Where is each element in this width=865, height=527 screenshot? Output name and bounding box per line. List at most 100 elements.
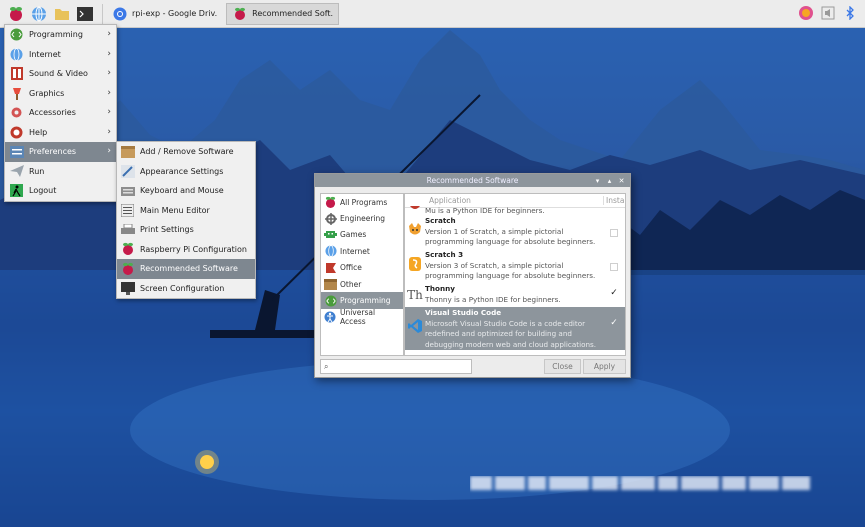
category-label: All Programs bbox=[340, 197, 388, 207]
chrome-icon bbox=[112, 6, 128, 22]
category-programming[interactable]: Programming bbox=[321, 292, 403, 309]
color-picker-icon[interactable] bbox=[797, 4, 815, 22]
maximize-icon[interactable]: ▴ bbox=[604, 175, 615, 186]
taskbar-separator bbox=[102, 3, 103, 24]
app-row-scratch[interactable]: Scratch Version 1 of Scratch, a simple p… bbox=[405, 215, 625, 249]
search-icon: ⌕ bbox=[324, 362, 329, 371]
column-install[interactable]: Install bbox=[603, 196, 625, 205]
menu-item-label: Accessories bbox=[29, 108, 76, 118]
menu-item-graphics[interactable]: Graphics › bbox=[5, 84, 116, 104]
menu-item-keyboard-mouse[interactable]: Keyboard and Mouse bbox=[117, 181, 255, 201]
window-title: Recommended Software bbox=[426, 176, 519, 185]
window-titlebar[interactable]: Recommended Software ▾ ▴ ✕ bbox=[315, 174, 630, 187]
menu-item-label: Appearance Settings bbox=[140, 166, 224, 176]
app-name: Scratch bbox=[425, 216, 456, 225]
games-icon bbox=[324, 228, 337, 241]
menu-item-appearance-settings[interactable]: Appearance Settings bbox=[117, 162, 255, 182]
app-row-thonny[interactable]: Th Thonny Thonny is a Python IDE for beg… bbox=[405, 283, 625, 307]
minimize-icon[interactable]: ▾ bbox=[592, 175, 603, 186]
app-description: Microsoft Visual Studio Code is a code e… bbox=[425, 318, 597, 349]
menu-item-screen-configuration[interactable]: Screen Configuration bbox=[117, 279, 255, 299]
thonny-icon: Th bbox=[407, 288, 423, 302]
search-input[interactable]: ⌕ bbox=[320, 359, 472, 374]
apply-button[interactable]: Apply bbox=[583, 359, 626, 374]
category-label: Internet bbox=[340, 246, 370, 256]
install-checkbox[interactable] bbox=[610, 263, 618, 271]
menu-item-help[interactable]: Help › bbox=[5, 123, 116, 143]
menu-item-accessories[interactable]: Accessories › bbox=[5, 103, 116, 123]
app-row-visual-studio-code[interactable]: Visual Studio Code Microsoft Visual Stud… bbox=[405, 307, 625, 350]
menu-item-label: Logout bbox=[29, 186, 57, 196]
programming-icon bbox=[324, 294, 337, 307]
category-all-programs[interactable]: All Programs bbox=[321, 194, 403, 210]
category-list: All Programs Engineering Games Internet … bbox=[320, 193, 404, 356]
blurred-watermark bbox=[470, 476, 850, 496]
raspberry-icon bbox=[324, 196, 337, 209]
menu-item-main-menu-editor[interactable]: Main Menu Editor bbox=[117, 201, 255, 221]
menu-item-label: Help bbox=[29, 127, 48, 137]
volume-icon[interactable] bbox=[819, 4, 837, 22]
checkmark-icon[interactable]: ✓ bbox=[610, 289, 618, 298]
menu-item-raspberry-pi-configuration[interactable]: Raspberry Pi Configuration bbox=[117, 240, 255, 260]
universal-access-icon bbox=[324, 310, 337, 323]
category-internet[interactable]: Internet bbox=[321, 243, 403, 259]
app-row-scratch-3[interactable]: Scratch 3 Version 3 of Scratch, a simple… bbox=[405, 249, 625, 283]
category-label: Games bbox=[340, 230, 367, 240]
checkmark-icon[interactable]: ✓ bbox=[610, 319, 618, 328]
keyboard-icon bbox=[120, 183, 135, 198]
office-icon bbox=[324, 261, 337, 274]
raspberry-menu-icon[interactable] bbox=[6, 4, 26, 24]
other-icon bbox=[324, 278, 337, 291]
close-icon[interactable]: ✕ bbox=[616, 175, 627, 186]
menu-item-programming[interactable]: Programming › bbox=[5, 25, 116, 45]
category-games[interactable]: Games bbox=[321, 227, 403, 243]
install-checkbox[interactable] bbox=[610, 229, 618, 237]
mu-icon bbox=[405, 206, 425, 211]
menu-item-label: Graphics bbox=[29, 88, 65, 98]
system-tray bbox=[793, 4, 859, 22]
menu-item-print-settings[interactable]: Print Settings bbox=[117, 220, 255, 240]
terminal-icon[interactable] bbox=[75, 4, 95, 24]
programming-icon bbox=[9, 27, 24, 42]
chevron-right-icon: › bbox=[107, 87, 111, 98]
menu-item-recommended-software[interactable]: Recommended Software bbox=[117, 259, 255, 279]
category-office[interactable]: Office bbox=[321, 260, 403, 276]
app-description: Mu is a Python IDE for beginners. bbox=[425, 206, 545, 215]
menu-item-label: Internet bbox=[29, 49, 61, 59]
menu-item-internet[interactable]: Internet › bbox=[5, 45, 116, 65]
app-description: Thonny is a Python IDE for beginners. bbox=[425, 294, 561, 304]
package-icon bbox=[120, 144, 135, 159]
menu-item-run[interactable]: Run bbox=[5, 162, 116, 182]
app-name: Thonny bbox=[425, 284, 455, 293]
category-label: Office bbox=[340, 263, 362, 273]
window-controls: ▾ ▴ ✕ bbox=[591, 175, 627, 186]
category-other[interactable]: Other bbox=[321, 276, 403, 292]
sound-video-icon bbox=[9, 66, 24, 81]
vscode-icon bbox=[405, 307, 425, 333]
chevron-right-icon: › bbox=[107, 68, 111, 78]
category-universal-access[interactable]: Universal Access bbox=[321, 308, 403, 326]
app-description: Version 3 of Scratch, a simple pictorial… bbox=[425, 260, 596, 281]
close-button[interactable]: Close bbox=[544, 359, 581, 374]
category-label: Engineering bbox=[340, 214, 385, 224]
column-application[interactable]: Application bbox=[405, 196, 603, 205]
recommended-software-window: Recommended Software ▾ ▴ ✕ All Programs … bbox=[314, 173, 631, 378]
internet-icon bbox=[324, 245, 337, 258]
menu-item-add-remove-software[interactable]: Add / Remove Software bbox=[117, 142, 255, 162]
chevron-right-icon: › bbox=[107, 107, 111, 117]
menu-item-label: Add / Remove Software bbox=[140, 147, 234, 157]
bluetooth-icon[interactable] bbox=[841, 4, 859, 22]
task-recommended-software[interactable]: Recommended Soft. bbox=[226, 2, 340, 25]
menu-item-sound-video[interactable]: Sound & Video › bbox=[5, 64, 116, 84]
app-row-mu[interactable]: Mu is a Python IDE for beginners. bbox=[405, 206, 625, 215]
category-engineering[interactable]: Engineering bbox=[321, 210, 403, 226]
web-browser-icon[interactable] bbox=[29, 4, 49, 24]
raspberry-icon bbox=[232, 6, 248, 22]
task-google-drive[interactable]: rpi-exp - Google Driv. bbox=[107, 3, 222, 25]
application-list: Application Install Mu is a Python IDE f… bbox=[404, 193, 626, 356]
file-manager-icon[interactable] bbox=[52, 4, 72, 24]
menu-item-preferences[interactable]: Preferences › bbox=[5, 142, 116, 162]
menu-item-label: Raspberry Pi Configuration bbox=[140, 244, 247, 254]
menu-item-label: Print Settings bbox=[140, 225, 194, 235]
menu-item-logout[interactable]: Logout bbox=[5, 181, 116, 201]
